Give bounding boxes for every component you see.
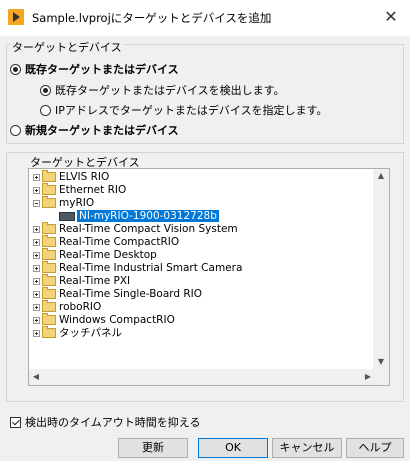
tree-item-label: NI-myRIO-1900-0312728b xyxy=(77,210,219,222)
expand-icon[interactable] xyxy=(33,303,40,311)
tree-item-ethernet-rio[interactable]: Ethernet RIO xyxy=(33,183,127,196)
new-target-radio[interactable]: 新規ターゲットまたはデバイス xyxy=(10,122,179,138)
folder-icon xyxy=(42,248,56,260)
timeout-label: 検出時のタイムアウト時間を抑える xyxy=(25,416,201,429)
tree-item-sbrio[interactable]: Real-Time Single-Board RIO xyxy=(33,287,203,300)
labview-project-icon xyxy=(8,9,24,25)
radio-indicator xyxy=(10,124,21,136)
tree-item-pxi[interactable]: Real-Time PXI xyxy=(33,274,131,287)
radio-indicator xyxy=(40,104,51,116)
radio-indicator xyxy=(10,63,21,75)
tree-item-windows-compactrio[interactable]: Windows CompactRIO xyxy=(33,313,175,326)
tree-item-myrio-device[interactable]: NI-myRIO-1900-0312728b xyxy=(59,210,219,222)
tree-item-label: ELVIS RIO xyxy=(59,171,110,183)
vertical-scrollbar[interactable]: ▲ ▼ xyxy=(373,169,389,369)
folder-icon xyxy=(42,300,56,312)
folder-icon xyxy=(42,274,56,286)
expand-icon[interactable] xyxy=(33,277,40,285)
new-target-label: 新規ターゲットまたはデバイス xyxy=(25,124,179,137)
tree-item-roborio[interactable]: roboRIO xyxy=(33,300,102,313)
tree-item-compactrio[interactable]: Real-Time CompactRIO xyxy=(33,235,180,248)
specify-ip-label: IPアドレスでターゲットまたはデバイスを指定します。 xyxy=(55,104,328,117)
scroll-right-icon[interactable]: ▶ xyxy=(361,369,375,385)
existing-target-label: 既存ターゲットまたはデバイス xyxy=(25,63,179,76)
close-button[interactable]: ✕ xyxy=(380,6,402,28)
tree-item-label: Real-Time Industrial Smart Camera xyxy=(59,262,243,274)
horizontal-scrollbar[interactable]: ◀ ▶ xyxy=(29,369,389,385)
discover-radio[interactable]: 既存ターゲットまたはデバイスを検出します。 xyxy=(40,82,285,98)
expand-icon[interactable] xyxy=(33,264,40,272)
specify-ip-radio[interactable]: IPアドレスでターゲットまたはデバイスを指定します。 xyxy=(40,102,327,118)
checkbox-indicator xyxy=(10,416,21,428)
expand-icon[interactable] xyxy=(33,225,40,233)
folder-open-icon xyxy=(42,196,56,208)
folder-icon xyxy=(42,313,56,325)
refresh-button[interactable]: 更新 xyxy=(118,438,188,458)
expand-icon[interactable] xyxy=(33,290,40,298)
tree-item-label: myRIO xyxy=(59,197,95,209)
collapse-icon[interactable] xyxy=(33,199,40,207)
tree-item-smart-camera[interactable]: Real-Time Industrial Smart Camera xyxy=(33,261,243,274)
window-title: Sample.lvprojにターゲットとデバイスを追加 xyxy=(32,11,272,25)
folder-icon xyxy=(42,170,56,182)
folder-icon xyxy=(42,183,56,195)
tree-item-myrio[interactable]: myRIO xyxy=(33,196,95,209)
expand-icon[interactable] xyxy=(33,238,40,246)
folder-icon xyxy=(42,235,56,247)
tree-item-elvis-rio[interactable]: ELVIS RIO xyxy=(33,170,110,183)
existing-target-radio[interactable]: 既存ターゲットまたはデバイス xyxy=(10,61,179,77)
discover-label: 既存ターゲットまたはデバイスを検出します。 xyxy=(55,84,285,97)
tree-item-desktop[interactable]: Real-Time Desktop xyxy=(33,248,157,261)
tree-item-label: Real-Time Compact Vision System xyxy=(59,223,238,235)
tree-item-label: Real-Time PXI xyxy=(59,275,131,287)
ok-button[interactable]: OK xyxy=(198,438,268,458)
tree-item-compact-vision[interactable]: Real-Time Compact Vision System xyxy=(33,222,238,235)
tree-item-label: タッチパネル xyxy=(59,327,122,339)
expand-icon[interactable] xyxy=(33,173,40,181)
help-button[interactable]: ヘルプ xyxy=(346,438,404,458)
radio-indicator xyxy=(40,84,51,96)
folder-icon xyxy=(42,287,56,299)
folder-icon xyxy=(42,261,56,273)
timeout-checkbox[interactable]: 検出時のタイムアウト時間を抑える xyxy=(10,414,200,430)
expand-icon[interactable] xyxy=(33,316,40,324)
tree-item-touch-panel[interactable]: タッチパネル xyxy=(33,326,122,339)
cancel-button[interactable]: キャンセル xyxy=(272,438,342,458)
group-label: ターゲットとデバイス xyxy=(10,39,124,55)
scroll-up-icon[interactable]: ▲ xyxy=(373,169,389,183)
expand-icon[interactable] xyxy=(33,329,40,337)
folder-icon xyxy=(42,326,56,338)
title-bar: Sample.lvprojにターゲットとデバイスを追加 ✕ xyxy=(0,0,410,36)
expand-icon[interactable] xyxy=(33,186,40,194)
tree-item-label: Real-Time Single-Board RIO xyxy=(59,288,203,300)
device-icon xyxy=(59,211,75,221)
tree-item-label: Real-Time Desktop xyxy=(59,249,157,261)
folder-icon xyxy=(42,222,56,234)
expand-icon[interactable] xyxy=(33,251,40,259)
tree-item-label: Real-Time CompactRIO xyxy=(59,236,180,248)
scroll-left-icon[interactable]: ◀ xyxy=(29,369,43,385)
scroll-down-icon[interactable]: ▼ xyxy=(373,355,389,369)
tree-item-label: Ethernet RIO xyxy=(59,184,127,196)
tree-item-label: Windows CompactRIO xyxy=(59,314,175,326)
target-tree[interactable]: ELVIS RIO Ethernet RIO myRIO NI-myRIO-19… xyxy=(28,168,390,386)
tree-item-label: roboRIO xyxy=(59,301,102,313)
